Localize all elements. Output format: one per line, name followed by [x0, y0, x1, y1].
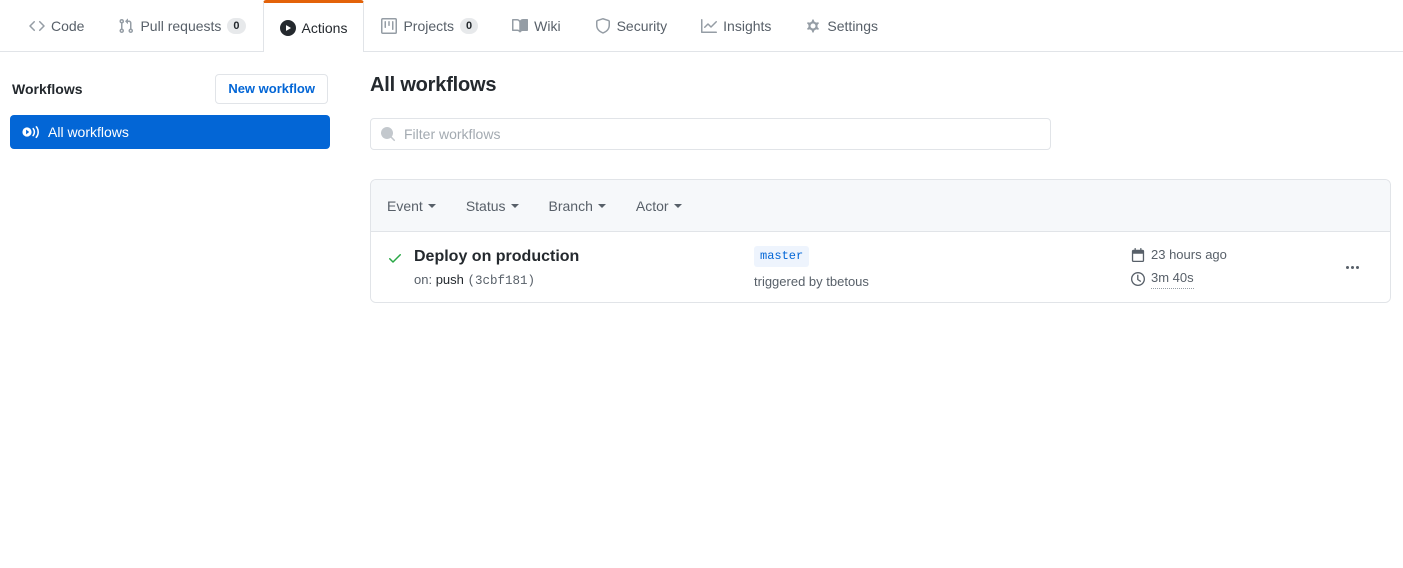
- tab-label: Actions: [301, 19, 348, 36]
- kebab-horizontal-icon[interactable]: [1342, 260, 1363, 275]
- filter-label: Event: [387, 197, 423, 214]
- graph-icon: [701, 18, 718, 34]
- calendar-icon: [1131, 248, 1145, 262]
- run-name-column: Deploy on production on: push (3cbf181): [387, 245, 742, 290]
- repo-nav: Code Pull requests 0 Actions Projects 0 …: [0, 0, 1403, 52]
- run-time-ago: 23 hours ago: [1151, 247, 1227, 262]
- tab-security[interactable]: Security: [578, 0, 685, 51]
- run-triggered-by: triggered by tbetous: [754, 273, 869, 289]
- filter-actor-dropdown[interactable]: Actor: [636, 198, 682, 214]
- sidebar-header: Workflows New workflow: [10, 74, 330, 104]
- filter-workflows-input[interactable]: [370, 118, 1051, 150]
- gear-icon: [805, 18, 821, 34]
- run-duration[interactable]: 3m 40s: [1151, 268, 1194, 289]
- tab-label: Insights: [723, 18, 772, 34]
- tab-code[interactable]: Code: [12, 0, 101, 51]
- tab-settings[interactable]: Settings: [788, 0, 895, 51]
- kebab-dot: [1345, 265, 1349, 269]
- tab-wiki[interactable]: Wiki: [495, 0, 577, 51]
- kebab-dot: [1355, 265, 1359, 269]
- chevron-down-icon: [673, 203, 682, 208]
- projects-counter: 0: [460, 18, 479, 34]
- clock-icon: [1131, 271, 1145, 286]
- run-on-prefix: on:: [414, 271, 433, 287]
- workflow-runs-box: Event Status Branch Actor Deploy on prod…: [370, 179, 1391, 303]
- tab-label: Security: [616, 18, 668, 34]
- run-actions-column: [1330, 260, 1374, 275]
- workflow-list: All workflows: [10, 115, 330, 149]
- project-icon: [381, 18, 398, 34]
- filter-status-dropdown[interactable]: Status: [466, 198, 519, 214]
- sidebar-item-label: All workflows: [48, 124, 129, 140]
- branch-badge[interactable]: master: [754, 245, 810, 267]
- sidebar-item-all-workflows[interactable]: All workflows: [10, 115, 330, 149]
- tab-label: Projects: [403, 18, 455, 34]
- tab-insights[interactable]: Insights: [684, 0, 788, 51]
- main-content: All workflows Event Status Branch: [340, 52, 1403, 303]
- tab-actions[interactable]: Actions: [262, 0, 365, 52]
- run-commit-sha: (3cbf181): [467, 273, 536, 288]
- filter-workflows-wrapper: [370, 118, 1051, 150]
- page-title: All workflows: [370, 74, 497, 96]
- workflows-sidebar: Workflows New workflow All workflows: [0, 52, 340, 303]
- filter-label: Actor: [635, 197, 669, 214]
- sidebar-title: Workflows: [12, 81, 83, 97]
- tab-projects[interactable]: Projects 0: [364, 0, 495, 51]
- shield-icon: [595, 18, 611, 34]
- tab-label: Code: [51, 18, 85, 34]
- filter-label: Branch: [548, 197, 593, 214]
- run-event: push: [435, 271, 464, 287]
- code-icon: [29, 18, 45, 34]
- new-workflow-button[interactable]: New workflow: [215, 74, 328, 104]
- run-time-ago-line: 23 hours ago: [1131, 245, 1330, 265]
- play-icon: [279, 19, 296, 36]
- workflow-broadcast-icon: [22, 124, 40, 140]
- book-icon: [512, 18, 529, 34]
- tab-label: Pull requests: [140, 18, 222, 34]
- workflow-runs-filter-bar: Event Status Branch Actor: [371, 180, 1390, 232]
- run-title-link[interactable]: Deploy on production: [414, 247, 579, 267]
- chevron-down-icon: [427, 203, 436, 208]
- run-subtitle: on: push (3cbf181): [414, 271, 579, 290]
- kebab-dot: [1350, 265, 1354, 269]
- page-body: Workflows New workflow All workflows All…: [0, 52, 1403, 303]
- filter-branch-dropdown[interactable]: Branch: [549, 198, 606, 214]
- chevron-down-icon: [510, 203, 519, 208]
- run-branch-column: master triggered by tbetous: [742, 245, 1127, 289]
- run-meta-column: 23 hours ago 3m 40s: [1127, 245, 1330, 289]
- run-duration-line: 3m 40s: [1131, 268, 1330, 289]
- table-row: Deploy on production on: push (3cbf181) …: [371, 232, 1390, 302]
- filter-label: Status: [465, 197, 506, 214]
- filter-event-dropdown[interactable]: Event: [387, 198, 436, 214]
- pull-requests-counter: 0: [227, 18, 246, 34]
- check-icon: [387, 250, 403, 266]
- chevron-down-icon: [597, 203, 606, 208]
- tab-label: Wiki: [534, 18, 561, 34]
- tab-label: Settings: [827, 18, 879, 34]
- git-pull-request-icon: [118, 18, 134, 34]
- tab-pull-requests[interactable]: Pull requests 0: [101, 0, 262, 51]
